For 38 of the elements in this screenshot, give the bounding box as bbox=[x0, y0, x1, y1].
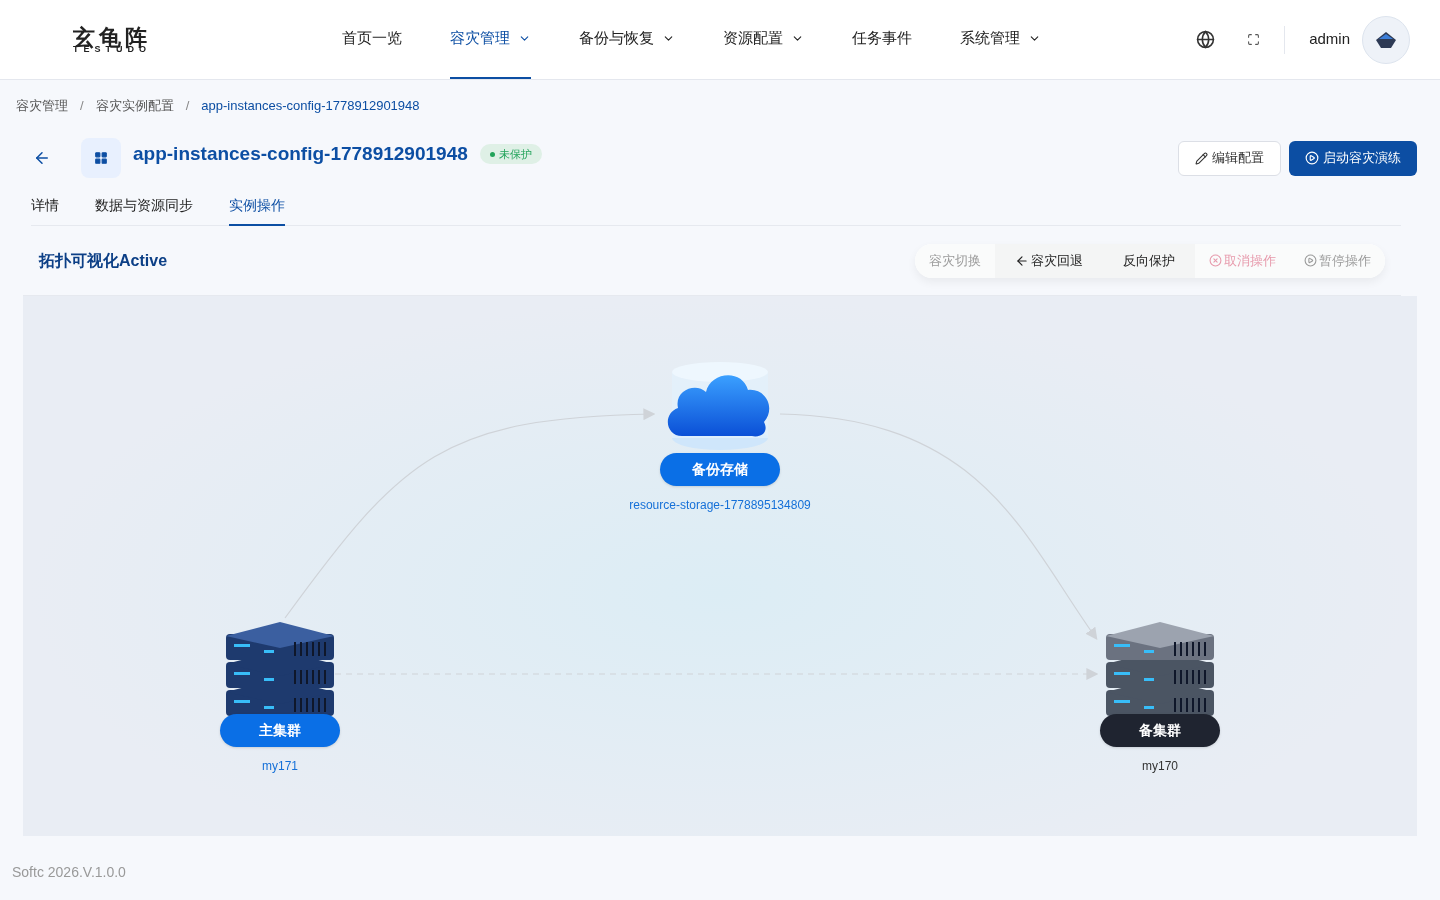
play-circle-icon bbox=[1304, 254, 1317, 267]
user-name[interactable]: admin bbox=[1309, 28, 1350, 51]
nav-item[interactable]: 首页一览 bbox=[342, 0, 402, 79]
operation-button[interactable]: 容灾回退 bbox=[995, 243, 1103, 278]
edit-button[interactable]: 编辑配置 bbox=[1178, 140, 1281, 176]
pencil-icon bbox=[1195, 151, 1208, 165]
version-text: Softc 2026.V.1.0.0 bbox=[12, 863, 127, 882]
grid-icon bbox=[94, 151, 108, 165]
nav-item[interactable]: 备份与恢复 bbox=[579, 0, 675, 79]
section-title: 拓扑可视化Active bbox=[39, 250, 168, 271]
breadcrumb-separator: / bbox=[80, 97, 84, 116]
nav-item[interactable]: 系统管理 bbox=[960, 0, 1041, 79]
node-label[interactable]: 主集群 bbox=[220, 714, 340, 747]
nav-item[interactable]: 资源配置 bbox=[723, 0, 804, 79]
operation-button[interactable]: 反向保护 bbox=[1103, 243, 1195, 278]
globe-icon[interactable] bbox=[1196, 30, 1216, 49]
node-label[interactable]: 备份存储 bbox=[660, 453, 780, 486]
play-circle-icon bbox=[1305, 151, 1319, 165]
node-label[interactable]: 备集群 bbox=[1100, 714, 1220, 747]
nav-item[interactable]: 容灾管理 bbox=[450, 0, 531, 79]
avatar[interactable] bbox=[1362, 15, 1410, 64]
start-drill-button[interactable]: 启动容灾演练 bbox=[1289, 140, 1417, 176]
fullscreen-icon[interactable] bbox=[1247, 33, 1261, 46]
breadcrumb-item[interactable]: 容灾实例配置 bbox=[95, 96, 174, 116]
status-badge: 未保护 bbox=[479, 144, 542, 164]
breadcrumb-separator: / bbox=[185, 97, 190, 116]
tab[interactable]: 实例操作 bbox=[229, 184, 285, 226]
node-name: my170 bbox=[1142, 758, 1178, 775]
instance-title: app-instances-config-1778912901948 bbox=[133, 141, 468, 166]
back-icon[interactable] bbox=[33, 149, 51, 167]
cancel-icon bbox=[1209, 254, 1222, 267]
breadcrumb-item[interactable]: 容灾管理 bbox=[16, 96, 68, 116]
node-name: resource-storage-1778895134809 bbox=[629, 497, 811, 514]
node-name: my171 bbox=[262, 758, 298, 775]
tab[interactable]: 数据与资源同步 bbox=[95, 184, 193, 226]
nav-item[interactable]: 任务事件 bbox=[852, 0, 912, 79]
breadcrumb-item: app-instances-config-1778912901948 bbox=[201, 97, 420, 116]
tab[interactable]: 详情 bbox=[31, 184, 59, 226]
